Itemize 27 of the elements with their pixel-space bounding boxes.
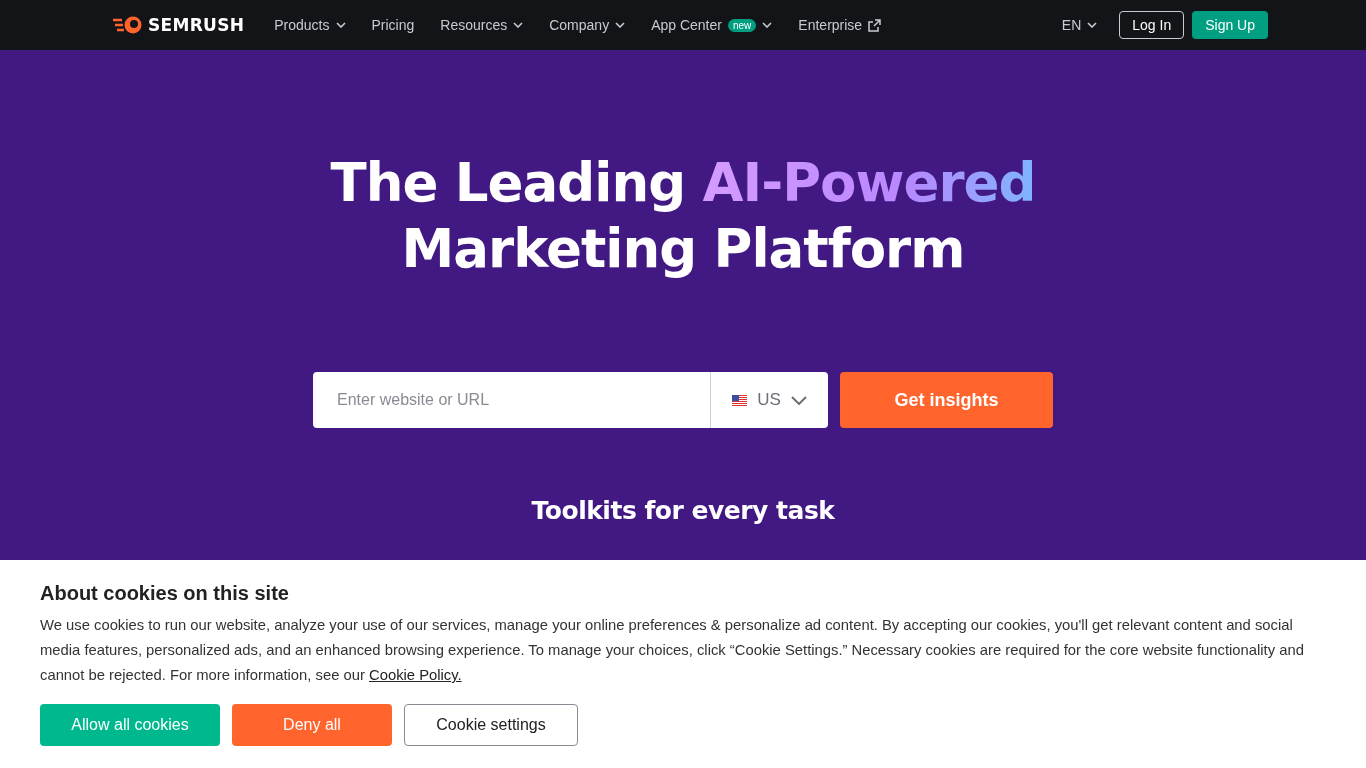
flag-icon — [732, 394, 748, 406]
nav-link[interactable]: App Center new — [651, 17, 773, 33]
logo-text[interactable]: SEMRUSH — [148, 15, 245, 35]
cookie-button[interactable]: Cookie settings — [404, 704, 578, 746]
cookie-title: About cookies on this site — [40, 582, 290, 605]
hero-headline: The Leading AI-Powered Marketing Platform — [330, 151, 1036, 281]
login-button[interactable]: Log In — [1119, 11, 1185, 39]
nav-link[interactable]: Pricing — [371, 17, 415, 33]
chevron-down-icon — [615, 22, 626, 28]
external-link-icon — [868, 18, 882, 32]
chevron-down-icon — [513, 22, 524, 28]
language-selector[interactable]: EN — [1061, 17, 1098, 33]
chevron-down-icon — [1087, 22, 1098, 28]
nav-link[interactable]: Enterprise — [798, 17, 882, 33]
logo-icon — [112, 16, 144, 34]
country-selector[interactable]: US — [710, 372, 828, 428]
nav-link[interactable]: Company — [549, 17, 626, 33]
nav-link[interactable]: Products — [274, 17, 346, 33]
chevron-down-icon — [335, 22, 346, 28]
url-input-field[interactable]: Enter website or URL — [313, 372, 710, 428]
cookie-policy-link[interactable]: Cookie Policy. — [369, 667, 462, 683]
new-badge: new — [727, 18, 757, 32]
chevron-down-icon — [762, 22, 773, 28]
nav-link[interactable]: Resources — [440, 17, 524, 33]
chevron-down-icon — [790, 395, 807, 405]
cookie-text: We use cookies to run our website, analyze your use of our services, manage your online preferences & personalize ad content. By accepting our cookies, you'll get relevant content and social media features, personalized ads, and an enhanced browsing experience. To manage your choices, click “Cookie Settings.” Necessary cookies are required for the core website functionality and cannot be rejected. For more information, see our Cookie Policy. — [40, 616, 1305, 685]
section-heading: Toolkits for every task — [531, 496, 835, 525]
